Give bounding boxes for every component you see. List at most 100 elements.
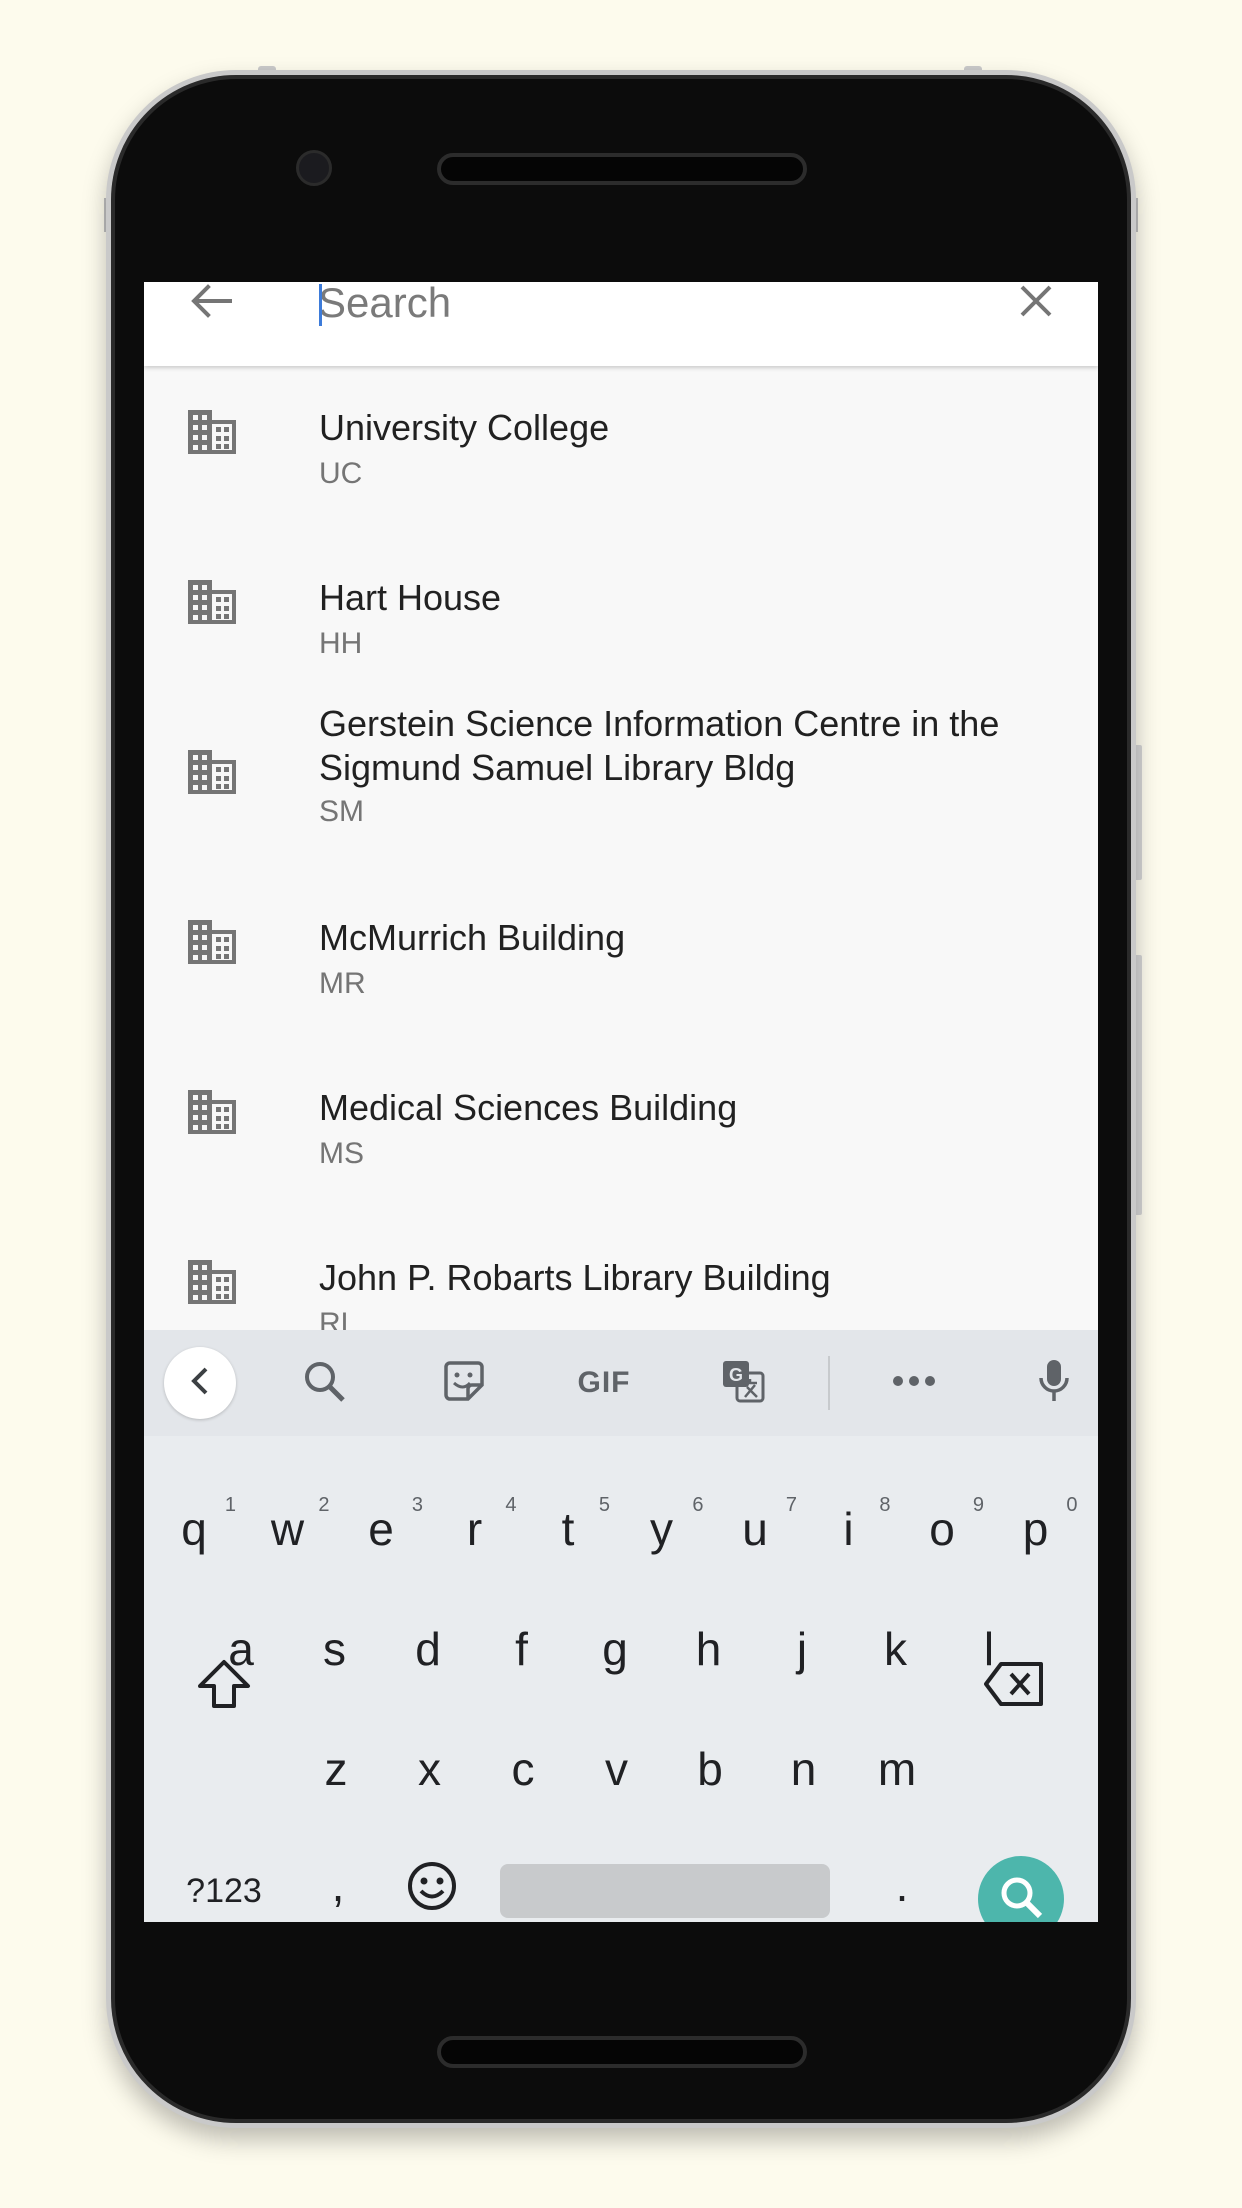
key-label: y xyxy=(650,1503,673,1555)
text-caret xyxy=(319,284,322,326)
svg-text:G: G xyxy=(729,1365,743,1385)
letter-key[interactable]: w2 xyxy=(242,1474,334,1584)
key-number-hint: 7 xyxy=(785,1494,797,1516)
letter-key[interactable]: n xyxy=(758,1714,850,1824)
building-icon xyxy=(186,578,238,626)
emoji-icon xyxy=(406,1860,458,1923)
key-label: l xyxy=(983,1623,995,1675)
result-code: HH xyxy=(319,627,363,660)
keyboard-search-button[interactable] xyxy=(294,1350,354,1416)
translate-icon: G xyxy=(721,1359,767,1408)
key-number-hint: 5 xyxy=(598,1494,610,1516)
emoji-key[interactable] xyxy=(386,1836,478,1922)
letter-key[interactable]: g xyxy=(569,1594,661,1704)
list-item[interactable]: Gerstein Science Information Centre in t… xyxy=(144,703,1098,876)
letter-key[interactable]: l xyxy=(943,1594,1035,1704)
key-number-hint: 4 xyxy=(505,1494,517,1516)
gif-label: GIF xyxy=(577,1366,631,1399)
key-label: w xyxy=(270,1503,305,1555)
symbols-key[interactable]: ?123 xyxy=(170,1836,278,1922)
bottom-speaker xyxy=(437,2036,807,2068)
list-item[interactable]: Hart House HH xyxy=(144,536,1098,706)
toolbar-divider xyxy=(828,1356,830,1410)
letter-key[interactable]: a xyxy=(195,1594,287,1704)
letter-key[interactable]: z xyxy=(290,1714,382,1824)
key-label: g xyxy=(602,1623,628,1675)
key-label: o xyxy=(929,1503,955,1555)
keyboard-collapse-button[interactable] xyxy=(164,1347,236,1419)
key-label: s xyxy=(323,1623,346,1675)
key-label: f xyxy=(515,1623,528,1675)
building-icon xyxy=(186,748,238,796)
mic-icon xyxy=(1038,1358,1070,1409)
search-input[interactable] xyxy=(318,282,918,324)
translate-button[interactable]: G xyxy=(714,1350,774,1416)
chevron-left-icon xyxy=(188,1366,212,1401)
letter-key[interactable]: o9 xyxy=(896,1474,988,1584)
letter-key[interactable]: r4 xyxy=(429,1474,521,1584)
search-icon xyxy=(998,1874,1044,1923)
search-icon xyxy=(302,1359,346,1408)
key-label: c xyxy=(511,1743,535,1795)
letter-key[interactable]: i8 xyxy=(803,1474,895,1584)
key-label: p xyxy=(1022,1503,1049,1555)
soft-keyboard: GIF G ?123 , . q 1 w 2 e 3 r 4 t 5 y 6 u… xyxy=(144,1330,1098,1922)
key-number-hint: 2 xyxy=(318,1494,330,1516)
result-name: Medical Sciences Building xyxy=(319,1087,738,1128)
letter-key[interactable]: y6 xyxy=(616,1474,708,1584)
result-name: Hart House xyxy=(319,577,502,618)
letter-key[interactable]: p0 xyxy=(990,1474,1082,1584)
letter-key[interactable]: m xyxy=(851,1714,943,1824)
key-number-hint: 6 xyxy=(692,1494,704,1516)
key-label: k xyxy=(884,1623,907,1675)
letter-key[interactable]: j xyxy=(756,1594,848,1704)
letter-key[interactable]: h xyxy=(663,1594,755,1704)
list-item[interactable]: University College UC xyxy=(144,366,1098,536)
key-label: z xyxy=(324,1743,348,1795)
letter-key[interactable]: k xyxy=(850,1594,942,1704)
list-item[interactable]: Medical Sciences Building MS xyxy=(144,1046,1098,1216)
result-name: Gerstein Science Information Centre in t… xyxy=(319,703,1000,788)
search-results-list: University College UC Hart House HH Gers… xyxy=(144,366,1098,1386)
letter-key[interactable]: e3 xyxy=(335,1474,427,1584)
result-name: University College xyxy=(319,407,610,448)
letter-key[interactable]: t5 xyxy=(522,1474,614,1584)
key-label: h xyxy=(695,1623,722,1675)
letter-key[interactable]: c xyxy=(477,1714,569,1824)
voice-input-button[interactable] xyxy=(1024,1350,1084,1416)
letter-key[interactable]: v xyxy=(571,1714,663,1824)
back-button[interactable] xyxy=(186,282,236,324)
comma-key[interactable]: , xyxy=(292,1830,384,1922)
search-action-button[interactable] xyxy=(978,1856,1064,1922)
building-icon xyxy=(186,1258,238,1306)
key-label: n xyxy=(790,1743,817,1795)
letter-key[interactable]: q1 xyxy=(148,1474,240,1584)
spacebar[interactable] xyxy=(500,1864,830,1918)
letter-key[interactable]: b xyxy=(664,1714,756,1824)
result-name: John P. Robarts Library Building xyxy=(319,1257,831,1298)
key-label: u xyxy=(742,1503,768,1555)
key-number-hint: 9 xyxy=(972,1494,984,1516)
letter-key[interactable]: u7 xyxy=(709,1474,801,1584)
letter-key[interactable]: x xyxy=(384,1714,476,1824)
key-number-hint: 8 xyxy=(879,1494,891,1516)
letter-key[interactable]: s xyxy=(289,1594,381,1704)
more-options-button[interactable] xyxy=(884,1350,944,1416)
clear-button[interactable] xyxy=(1014,282,1058,324)
key-label: r xyxy=(466,1503,483,1555)
period-key[interactable]: . xyxy=(856,1830,948,1922)
sticker-button[interactable] xyxy=(434,1350,494,1416)
app-screen: University College UC Hart House HH Gers… xyxy=(144,282,1098,1922)
building-icon xyxy=(186,918,238,966)
gif-button[interactable]: GIF xyxy=(564,1350,644,1416)
arrow-back-icon xyxy=(190,283,232,324)
key-label: b xyxy=(697,1743,723,1795)
key-label: d xyxy=(415,1623,441,1675)
key-label: e xyxy=(368,1503,394,1555)
key-label: x xyxy=(418,1743,441,1795)
key-number-hint: 0 xyxy=(1066,1494,1078,1516)
letter-key[interactable]: f xyxy=(476,1594,568,1704)
list-item[interactable]: McMurrich Building MR xyxy=(144,876,1098,1046)
result-name: McMurrich Building xyxy=(319,917,626,958)
letter-key[interactable]: d xyxy=(382,1594,474,1704)
